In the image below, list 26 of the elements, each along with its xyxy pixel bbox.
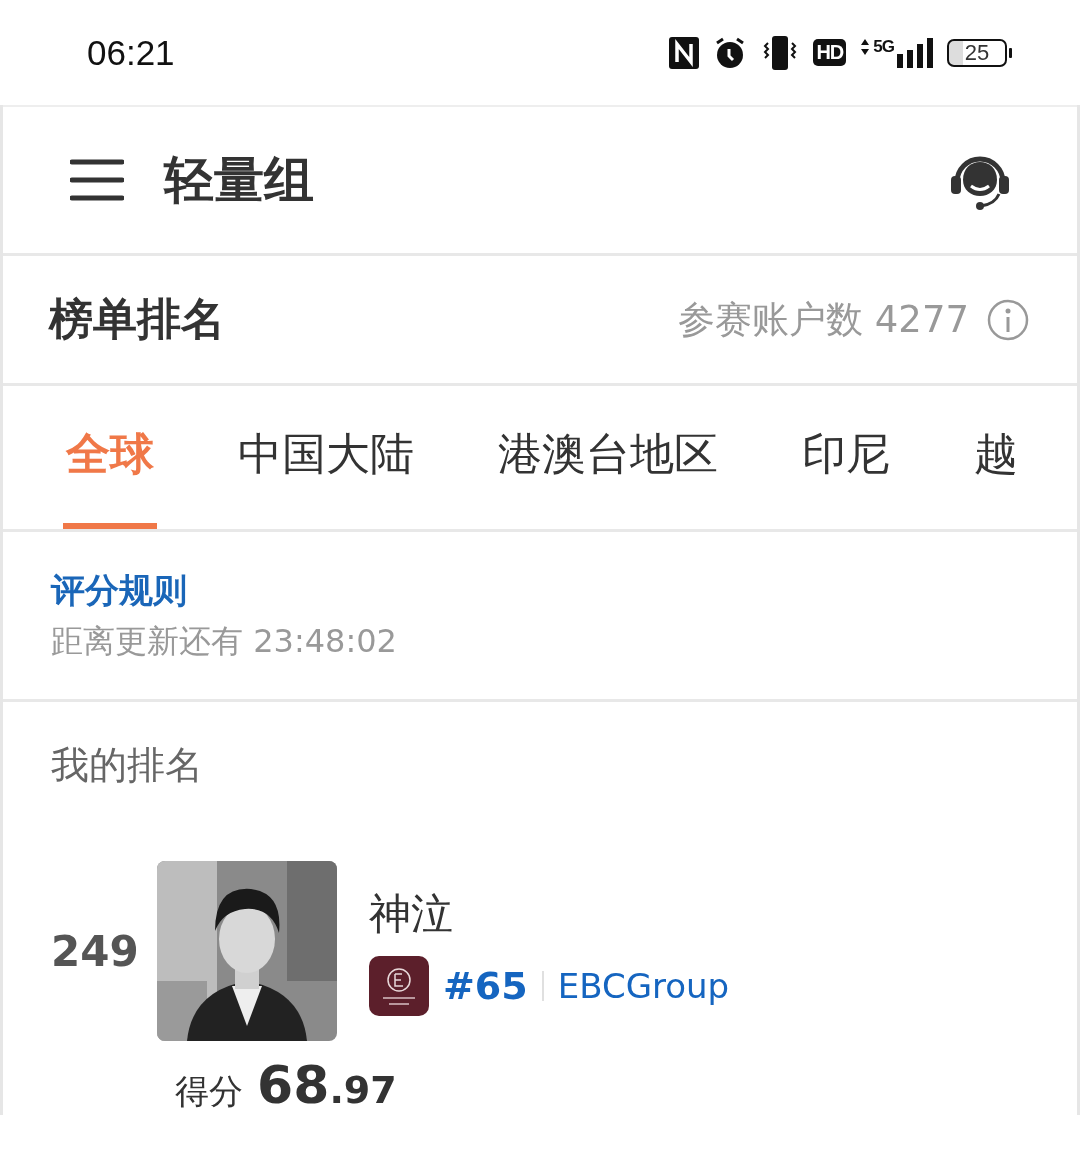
- update-countdown: 距离更新还有 23:48:02: [51, 620, 398, 662]
- region-tab[interactable]: 印尼: [799, 386, 893, 529]
- battery-level: 25: [947, 38, 1007, 67]
- team-name[interactable]: EBCGroup: [557, 966, 730, 1006]
- logo-icon: [369, 956, 429, 1016]
- section-title: 我的排名: [51, 742, 204, 789]
- user-name: 神泣: [369, 888, 454, 940]
- score-label: 得分: [175, 1070, 243, 1113]
- scoring-rules-link[interactable]: 评分规则: [51, 567, 187, 614]
- status-time: 06:21: [87, 32, 175, 73]
- menu-icon[interactable]: [70, 158, 124, 202]
- score-value: 68.97: [257, 1055, 397, 1115]
- team-rank: #65: [443, 964, 528, 1008]
- region-tab[interactable]: 港澳台地区: [495, 386, 721, 529]
- hd-badge: HD: [813, 39, 847, 66]
- data-arrows-icon: [860, 37, 871, 56]
- participant-count: 参赛账户数 4277: [678, 296, 969, 343]
- region-tab[interactable]: 越: [971, 386, 1021, 529]
- rank-number: 249: [51, 926, 140, 976]
- region-tab[interactable]: 中国大陆: [235, 386, 417, 529]
- info-icon[interactable]: [987, 298, 1029, 341]
- page-title: 轻量组: [164, 149, 314, 211]
- section-title: 榜单排名: [49, 292, 225, 346]
- signal-icon: [897, 37, 933, 68]
- network-label: 5G: [873, 37, 894, 55]
- nfc-icon: [669, 36, 700, 69]
